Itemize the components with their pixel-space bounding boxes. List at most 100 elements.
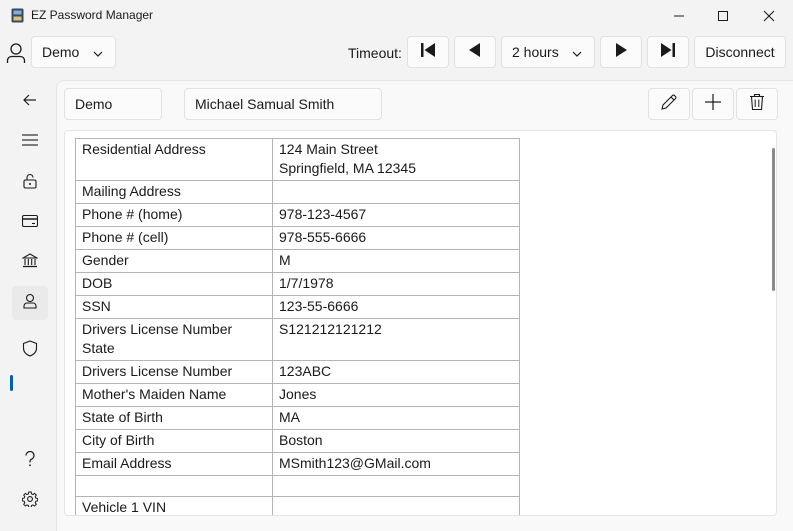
delete-button[interactable] bbox=[736, 88, 778, 120]
table-row: Mother's Maiden Name Jones bbox=[75, 383, 520, 407]
field-label: Residential Address bbox=[75, 138, 273, 181]
sidebar-item-help[interactable] bbox=[12, 444, 48, 478]
details-table: Residential Address 124 Main Street Sprin… bbox=[75, 138, 520, 515]
field-label: Phone # (cell) bbox=[75, 226, 273, 250]
field-label: Mailing Address bbox=[75, 180, 273, 204]
table-row: SSN 123-55-6666 bbox=[75, 295, 520, 319]
field-value[interactable]: S121212121212 bbox=[272, 318, 520, 361]
gear-icon bbox=[21, 491, 39, 512]
unlock-icon bbox=[23, 173, 37, 194]
credit-card-icon bbox=[21, 214, 39, 232]
active-indicator bbox=[10, 375, 13, 391]
skip-first-icon bbox=[419, 41, 437, 64]
field-label: Email Address bbox=[75, 452, 273, 476]
table-row: Mailing Address bbox=[75, 180, 520, 204]
last-button[interactable] bbox=[647, 36, 689, 68]
field-label bbox=[75, 475, 273, 497]
table-row: City of Birth Boston bbox=[75, 429, 520, 453]
field-label: Gender bbox=[75, 249, 273, 273]
field-label: Drivers License Number State bbox=[75, 318, 273, 361]
table-row: Vehicle 1 VIN bbox=[75, 496, 520, 515]
field-value[interactable]: Boston bbox=[272, 429, 520, 453]
details-panel: Residential Address 124 Main Street Sprin… bbox=[64, 130, 777, 516]
vertical-scrollbar[interactable] bbox=[772, 148, 775, 291]
field-label: Drivers License Number bbox=[75, 360, 273, 384]
person-icon bbox=[22, 293, 38, 314]
plus-icon bbox=[704, 93, 722, 116]
add-button[interactable] bbox=[692, 88, 734, 120]
shield-icon bbox=[22, 340, 38, 362]
sidebar-item-menu[interactable] bbox=[12, 125, 48, 159]
edit-button[interactable] bbox=[648, 88, 690, 120]
field-value[interactable]: MA bbox=[272, 406, 520, 430]
minimize-button[interactable] bbox=[656, 0, 702, 32]
sidebar-item-security[interactable] bbox=[12, 334, 48, 368]
sidebar-item-banks[interactable] bbox=[12, 246, 48, 280]
help-icon bbox=[24, 450, 36, 472]
field-label: City of Birth bbox=[75, 429, 273, 453]
timeout-dropdown-value: 2 hours bbox=[512, 44, 559, 60]
sidebar-item-identities[interactable] bbox=[12, 286, 48, 320]
back-arrow-icon bbox=[22, 92, 38, 113]
field-value[interactable]: M bbox=[272, 249, 520, 273]
category-field[interactable]: Demo bbox=[64, 88, 162, 120]
hamburger-menu-icon bbox=[22, 133, 38, 152]
field-label: State of Birth bbox=[75, 406, 273, 430]
field-value[interactable]: 978-123-4567 bbox=[272, 203, 520, 227]
skip-last-icon bbox=[659, 41, 677, 64]
previous-button[interactable] bbox=[454, 36, 496, 68]
field-value[interactable]: MSmith123@GMail.com bbox=[272, 452, 520, 476]
field-value[interactable]: 1/7/1978 bbox=[272, 272, 520, 296]
chevron-down-icon bbox=[93, 46, 103, 62]
field-value[interactable] bbox=[272, 475, 520, 497]
table-row: Phone # (cell) 978-555-6666 bbox=[75, 226, 520, 250]
field-value[interactable]: 124 Main Street Springfield, MA 12345 bbox=[272, 138, 520, 181]
sidebar-item-passwords[interactable] bbox=[12, 166, 48, 200]
field-value[interactable]: 978-555-6666 bbox=[272, 226, 520, 250]
table-row: Phone # (home) 978-123-4567 bbox=[75, 203, 520, 227]
trash-icon bbox=[749, 93, 765, 116]
window-title: EZ Password Manager bbox=[31, 8, 154, 22]
field-value[interactable]: 123ABC bbox=[272, 360, 520, 384]
maximize-button[interactable] bbox=[700, 0, 746, 32]
next-button[interactable] bbox=[600, 36, 642, 68]
field-label: DOB bbox=[75, 272, 273, 296]
table-row: Drivers License Number 123ABC bbox=[75, 360, 520, 384]
table-row: DOB 1/7/1978 bbox=[75, 272, 520, 296]
sidebar-item-settings[interactable] bbox=[12, 484, 48, 518]
pencil-icon bbox=[660, 93, 678, 116]
field-value[interactable] bbox=[272, 496, 520, 515]
bank-icon bbox=[20, 252, 40, 274]
disconnect-label: Disconnect bbox=[705, 44, 775, 60]
field-value[interactable]: Jones bbox=[272, 383, 520, 407]
play-reverse-icon bbox=[466, 41, 484, 64]
field-label: Vehicle 1 VIN bbox=[75, 496, 273, 515]
profile-dropdown[interactable]: Demo bbox=[31, 36, 116, 68]
disconnect-button[interactable]: Disconnect bbox=[694, 36, 786, 68]
table-row: Email Address MSmith123@GMail.com bbox=[75, 452, 520, 476]
field-label: Mother's Maiden Name bbox=[75, 383, 273, 407]
timeout-label: Timeout: bbox=[348, 45, 402, 61]
profile-dropdown-value: Demo bbox=[42, 44, 80, 60]
title-bar: EZ Password Manager bbox=[0, 0, 793, 32]
category-value: Demo bbox=[75, 96, 113, 112]
close-button[interactable] bbox=[746, 0, 792, 32]
sidebar-item-back[interactable] bbox=[12, 85, 48, 119]
chevron-down-icon bbox=[572, 46, 582, 62]
field-label: SSN bbox=[75, 295, 273, 319]
table-row: Drivers License Number State S12121212121… bbox=[75, 318, 520, 361]
table-row: State of Birth MA bbox=[75, 406, 520, 430]
user-icon bbox=[5, 41, 27, 65]
sidebar-item-cards[interactable] bbox=[12, 206, 48, 240]
field-value[interactable] bbox=[272, 180, 520, 204]
timeout-dropdown[interactable]: 2 hours bbox=[501, 36, 595, 68]
first-button[interactable] bbox=[407, 36, 449, 68]
app-logo-icon bbox=[11, 8, 24, 23]
table-row: Residential Address 124 Main Street Sprin… bbox=[75, 138, 520, 181]
table-row: Gender M bbox=[75, 249, 520, 273]
play-icon bbox=[612, 41, 630, 64]
sidebar bbox=[0, 80, 56, 531]
table-row bbox=[75, 475, 520, 497]
record-name-field[interactable]: Michael Samual Smith bbox=[184, 88, 382, 120]
field-value[interactable]: 123-55-6666 bbox=[272, 295, 520, 319]
